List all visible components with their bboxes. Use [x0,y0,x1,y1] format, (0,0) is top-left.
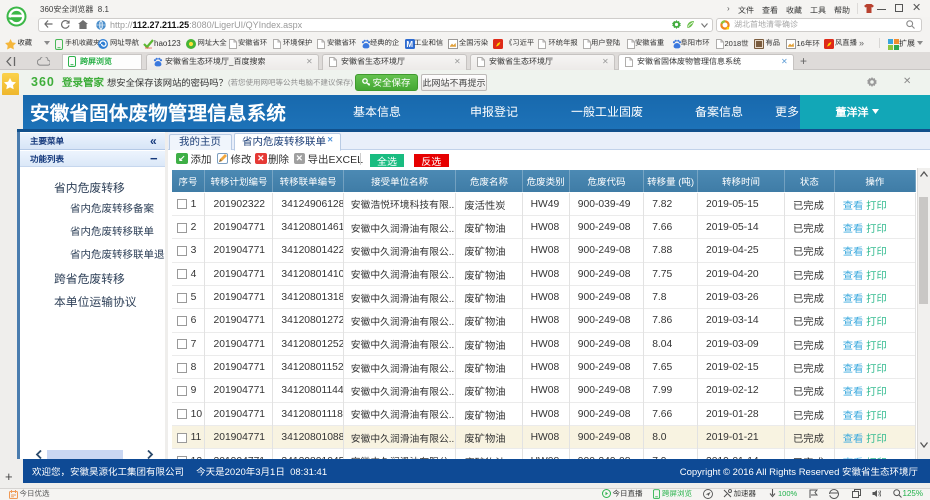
svg-text:hao: hao [145,45,152,49]
svg-text:M: M [406,40,413,49]
